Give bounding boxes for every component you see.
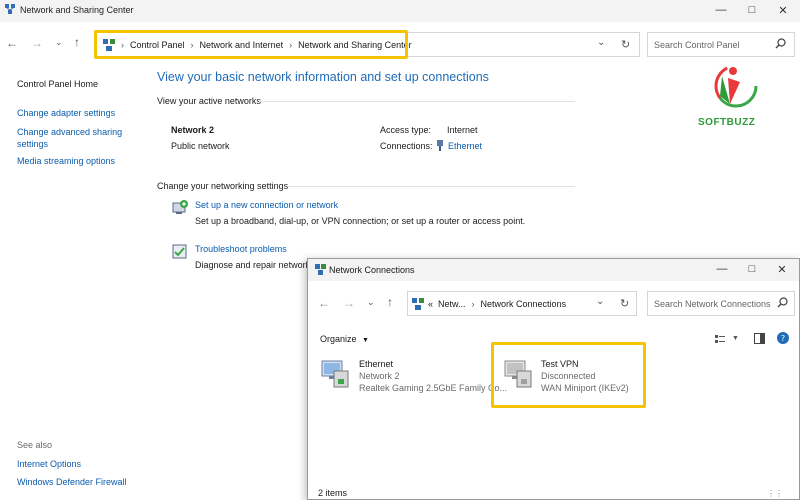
organize-label: Organize xyxy=(320,334,357,344)
search-network-connections[interactable]: Search Network Connections xyxy=(647,291,795,316)
troubleshoot-desc: Diagnose and repair network p xyxy=(195,260,318,270)
nc-folder-icon xyxy=(412,297,424,310)
main-window-title: Network and Sharing Center xyxy=(20,5,134,15)
softbuzz-logo-text: SOFTBUZZ xyxy=(698,117,756,128)
refresh-icon[interactable]: ↻ xyxy=(621,38,630,51)
main-title-bar: Network and Sharing Center — □ ✕ xyxy=(0,0,800,22)
sidebar-item-advanced-sharing[interactable]: Change advanced sharing settings xyxy=(17,126,127,150)
divider xyxy=(287,186,575,187)
change-settings-label: Change your networking settings xyxy=(157,181,289,191)
nc-minimize-button[interactable]: — xyxy=(707,259,737,279)
see-also-defender-firewall[interactable]: Windows Defender Firewall xyxy=(17,477,127,487)
breadcrumb-separator: › xyxy=(471,298,475,309)
search-icon xyxy=(775,38,786,51)
setup-connection-link[interactable]: Set up a new connection or network xyxy=(195,200,338,210)
maximize-button[interactable]: □ xyxy=(737,0,767,20)
softbuzz-logo: SOFTBUZZ xyxy=(698,62,770,132)
nc-refresh-icon[interactable]: ↻ xyxy=(620,297,629,310)
nc-search-icon xyxy=(777,297,788,310)
connections-ethernet-link[interactable]: Ethernet xyxy=(448,141,482,151)
organize-chevron-icon: ▼ xyxy=(362,337,369,344)
network-center-app-icon xyxy=(5,4,15,14)
nc-address-bar[interactable]: « Netw... › Network Connections ⌄ ↻ xyxy=(407,291,637,316)
recent-locations-button[interactable]: ⌄ xyxy=(55,37,63,48)
address-dropdown-icon[interactable]: ⌄ xyxy=(597,37,605,48)
close-button[interactable]: ✕ xyxy=(768,0,798,20)
vpn-highlight xyxy=(491,342,646,408)
see-also-label: See also xyxy=(17,440,53,450)
divider xyxy=(259,101,575,102)
nc-app-icon xyxy=(315,264,326,277)
setup-connection-desc: Set up a broadband, dial-up, or VPN conn… xyxy=(195,216,526,226)
nc-overflow-icon[interactable]: « xyxy=(428,299,433,309)
back-button[interactable]: ← xyxy=(6,36,18,50)
nc-address-dropdown-icon[interactable]: ⌄ xyxy=(596,296,604,307)
up-button[interactable]: ↑ xyxy=(74,35,80,49)
search-control-panel[interactable]: Search Control Panel xyxy=(647,32,795,57)
nc-maximize-button[interactable]: □ xyxy=(737,259,767,279)
network-type: Public network xyxy=(171,141,230,151)
minimize-button[interactable]: — xyxy=(706,0,736,20)
connections-label: Connections: xyxy=(380,141,433,151)
forward-button[interactable]: → xyxy=(31,36,43,50)
preview-pane-icon[interactable] xyxy=(754,333,765,346)
network-connections-window: Network Connections — □ ✕ ← → ⌄ ↑ « Netw… xyxy=(307,258,800,500)
nc-search-placeholder: Search Network Connections xyxy=(654,298,771,309)
nc-back-button[interactable]: ← xyxy=(318,296,330,310)
resize-grip-icon[interactable]: ⋮⋮ xyxy=(767,489,783,498)
nc-close-button[interactable]: ✕ xyxy=(767,259,797,279)
nc-window-title: Network Connections xyxy=(329,265,415,275)
nc-up-button[interactable]: ↑ xyxy=(387,295,393,309)
ethernet-network: Network 2 xyxy=(359,371,400,381)
address-highlight xyxy=(94,30,408,59)
view-dropdown-icon[interactable]: ▼ xyxy=(732,335,739,342)
ethernet-adapter-icon xyxy=(320,359,352,391)
search-placeholder: Search Control Panel xyxy=(654,39,740,50)
help-icon[interactable]: ? xyxy=(777,332,789,346)
svg-text:?: ? xyxy=(781,334,785,343)
network-name: Network 2 xyxy=(171,125,215,135)
access-type-label: Access type: xyxy=(380,125,432,135)
nc-recent-button[interactable]: ⌄ xyxy=(367,297,375,308)
ethernet-name: Ethernet xyxy=(359,359,394,369)
troubleshoot-link[interactable]: Troubleshoot problems xyxy=(195,244,287,254)
page-heading: View your basic network information and … xyxy=(157,70,489,84)
nc-breadcrumb-network[interactable]: Netw... xyxy=(438,299,466,309)
ethernet-small-icon xyxy=(436,140,444,153)
new-connection-icon xyxy=(171,199,189,219)
troubleshoot-icon xyxy=(171,243,189,263)
view-options-icon[interactable] xyxy=(715,334,725,346)
sidebar-item-media-streaming[interactable]: Media streaming options xyxy=(17,156,115,166)
connection-item-ethernet[interactable]: Ethernet Network 2 Realtek Gaming 2.5GbE… xyxy=(320,357,507,397)
sidebar-item-home[interactable]: Control Panel Home xyxy=(17,79,98,89)
organize-button[interactable]: Organize ▼ xyxy=(320,334,369,344)
active-networks-label: View your active networks xyxy=(157,96,261,106)
access-type-value: Internet xyxy=(447,125,478,135)
status-bar-items: 2 items xyxy=(318,488,348,498)
ethernet-adapter: Realtek Gaming 2.5GbE Family Co... xyxy=(359,383,508,393)
nc-breadcrumb-connections[interactable]: Network Connections xyxy=(481,299,567,309)
nc-title-bar: Network Connections — □ ✕ xyxy=(308,259,799,281)
see-also-internet-options[interactable]: Internet Options xyxy=(17,459,81,469)
sidebar-item-adapter[interactable]: Change adapter settings xyxy=(17,108,115,118)
nc-forward-button[interactable]: → xyxy=(343,296,355,310)
